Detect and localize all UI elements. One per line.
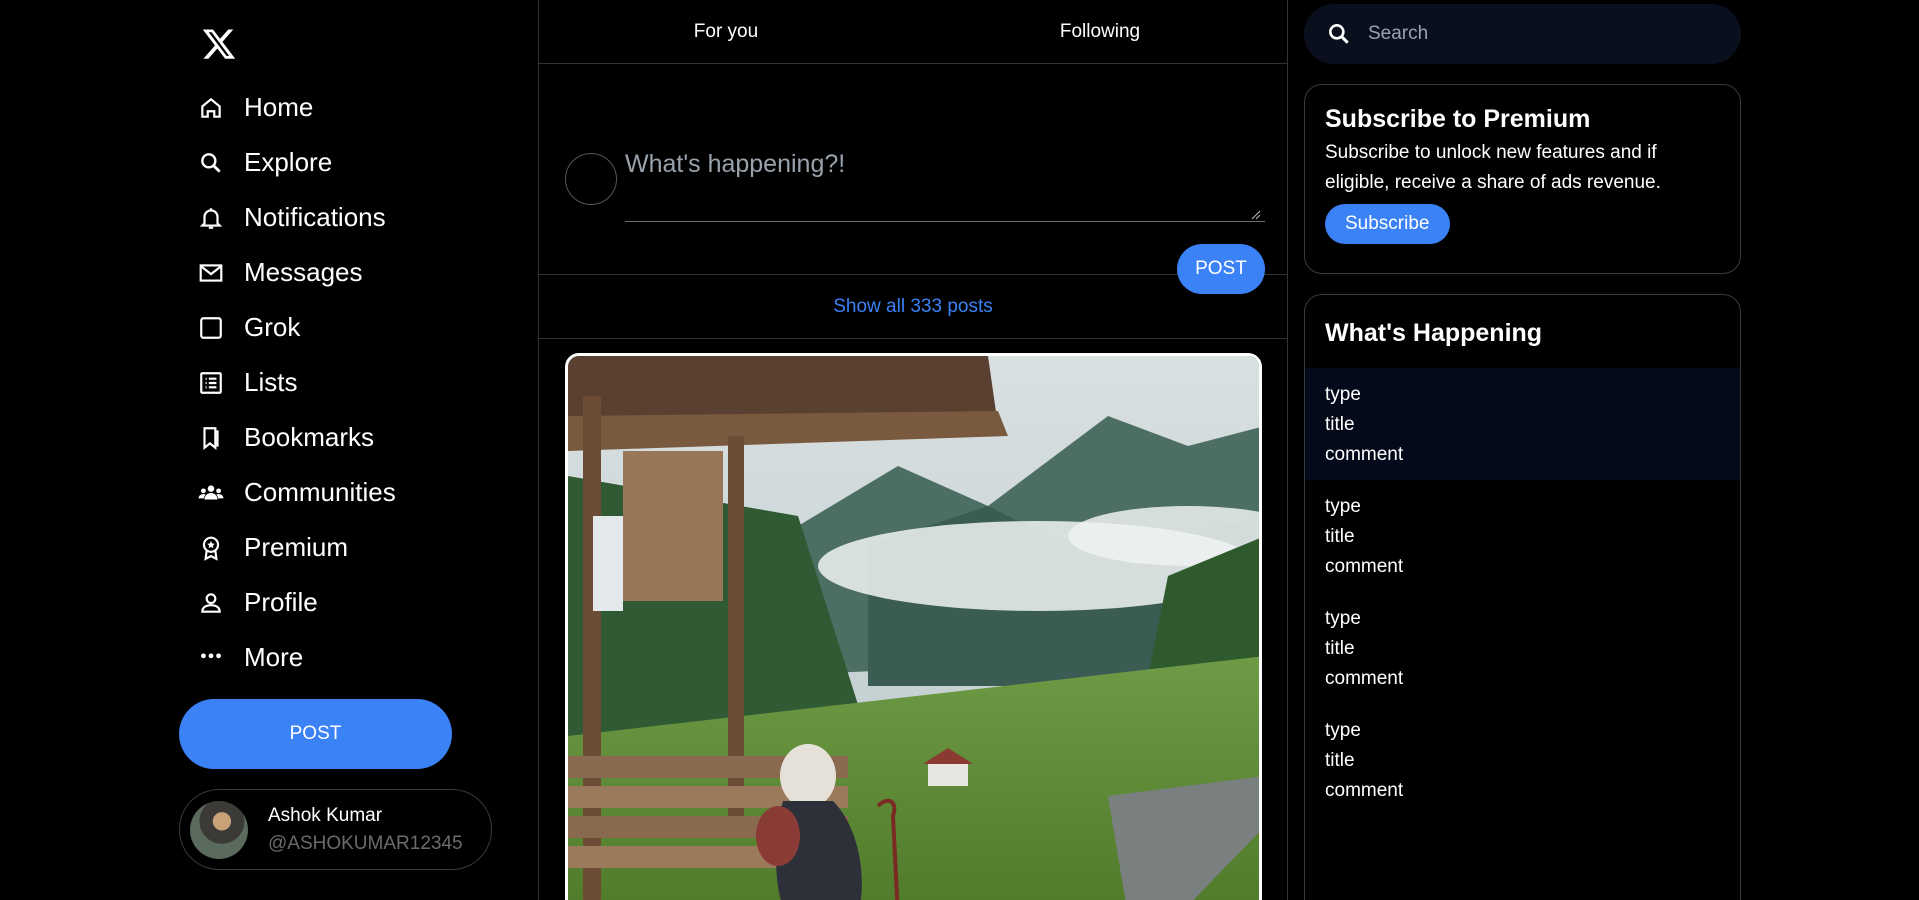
composer-avatar (565, 153, 617, 205)
post-button[interactable]: POST (179, 699, 452, 769)
more-icon (198, 643, 228, 673)
nav-label: Lists (244, 367, 298, 397)
nav-item-bookmarks[interactable]: Bookmarks (198, 410, 396, 465)
nav-item-communities[interactable]: Communities (198, 465, 396, 520)
nav-item-messages[interactable]: Messages (198, 245, 396, 300)
happening-title: What's Happening (1325, 319, 1543, 347)
badge-icon (198, 533, 228, 563)
trend-comment: comment (1325, 780, 1404, 801)
search-bar[interactable] (1304, 4, 1741, 64)
search-icon (198, 148, 228, 178)
premium-text: Subscribe to unlock new features and if … (1325, 142, 1661, 193)
trend-title: title (1325, 526, 1355, 547)
people-icon (198, 478, 228, 508)
avatar (190, 800, 248, 859)
premium-card: Subscribe to Premium Subscribe to unlock… (1304, 84, 1741, 274)
person-icon (198, 588, 228, 618)
bell-icon (198, 203, 228, 233)
bookmark-icon (198, 423, 228, 453)
trend-item[interactable]: type title comment (1305, 704, 1740, 816)
nav-label: Profile (244, 587, 318, 617)
nav-label: Notifications (244, 202, 386, 232)
tab-following[interactable]: Following (913, 0, 1287, 63)
nav-item-home[interactable]: Home (198, 80, 396, 135)
nav-item-premium[interactable]: Premium (198, 520, 396, 575)
trend-comment: comment (1325, 668, 1404, 689)
app-root: Home Explore Notifications Messages Grok… (0, 0, 1919, 900)
feed-tabs: For you Following (539, 0, 1287, 64)
post-image[interactable] (565, 353, 1262, 900)
trend-type: type (1325, 608, 1361, 629)
profile-text: Ashok Kumar @ASHOKUMAR12345 (268, 805, 463, 855)
trend-item[interactable]: type title comment (1305, 592, 1740, 704)
home-icon (198, 93, 228, 123)
profile-handle: @ASHOKUMAR12345 (268, 832, 463, 854)
square-icon (198, 313, 228, 343)
x-logo-icon[interactable] (200, 26, 238, 62)
trend-type: type (1325, 720, 1361, 741)
nav-item-explore[interactable]: Explore (198, 135, 396, 190)
resize-grip-icon[interactable] (1251, 210, 1261, 220)
nav-label: Premium (244, 532, 349, 562)
trend-title: title (1325, 414, 1355, 435)
right-sidebar: Subscribe to Premium Subscribe to unlock… (1288, 0, 1919, 900)
show-all-posts-link[interactable]: Show all 333 posts (539, 275, 1287, 339)
subscribe-button[interactable]: Subscribe (1325, 204, 1450, 244)
whats-happening-panel: What's Happening type title comment type… (1304, 294, 1741, 900)
nav-item-lists[interactable]: Lists (198, 355, 396, 410)
main-nav: Home Explore Notifications Messages Grok… (198, 80, 396, 685)
profile-name: Ashok Kumar (268, 804, 383, 826)
composer-post-button[interactable]: POST (1177, 244, 1265, 294)
trend-title: title (1325, 750, 1355, 771)
nav-label: Home (244, 92, 314, 122)
nav-item-notifications[interactable]: Notifications (198, 190, 396, 245)
tab-for-you[interactable]: For you (539, 0, 913, 63)
main-feed: For you Following POST Show all 333 post… (538, 0, 1288, 900)
nav-label: Bookmarks (244, 422, 375, 452)
trend-comment: comment (1325, 444, 1404, 465)
nav-label: Communities (244, 477, 396, 507)
nav-label: Messages (244, 257, 363, 287)
mail-icon (198, 258, 228, 288)
nav-label: More (244, 642, 304, 672)
nav-item-grok[interactable]: Grok (198, 300, 396, 355)
premium-title: Subscribe to Premium (1325, 105, 1591, 133)
post-image-illustration (568, 356, 1259, 900)
account-switcher[interactable]: Ashok Kumar @ASHOKUMAR12345 (179, 789, 492, 870)
list-icon (198, 368, 228, 398)
trend-type: type (1325, 384, 1361, 405)
nav-label: Explore (244, 147, 333, 177)
composer: POST (539, 64, 1287, 294)
compose-input[interactable] (625, 150, 1265, 222)
trend-title: title (1325, 638, 1355, 659)
trend-type: type (1325, 496, 1361, 517)
trend-item[interactable]: type title comment (1305, 480, 1740, 592)
nav-item-profile[interactable]: Profile (198, 575, 396, 630)
left-sidebar: Home Explore Notifications Messages Grok… (0, 0, 538, 900)
search-icon (1329, 24, 1349, 44)
trend-item[interactable]: type title comment (1305, 368, 1740, 480)
nav-item-more[interactable]: More (198, 630, 396, 685)
search-input[interactable] (1368, 23, 1728, 45)
nav-label: Grok (244, 312, 301, 342)
trend-comment: comment (1325, 556, 1404, 577)
